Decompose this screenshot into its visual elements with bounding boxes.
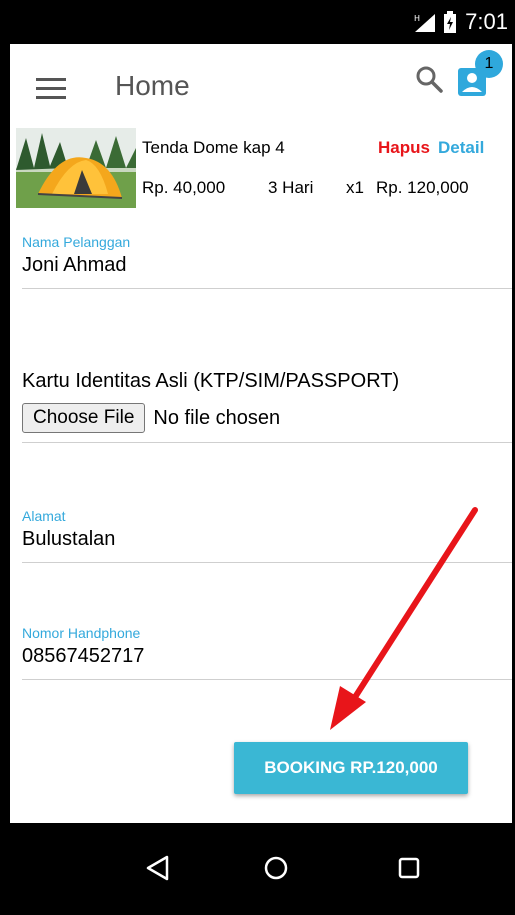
item-name: Tenda Dome kap 4	[142, 138, 285, 157]
home-circle-icon[interactable]	[263, 855, 289, 881]
status-time: 7:01	[465, 9, 508, 34]
item-price: Rp. 40,000	[142, 178, 226, 197]
phone-label: Nomor Handphone	[22, 625, 141, 641]
customer-name-label: Nama Pelanggan	[22, 234, 131, 250]
recents-square-icon[interactable]	[398, 857, 420, 879]
phone-input[interactable]: 08567452717	[22, 645, 512, 668]
address-label: Alamat	[22, 508, 66, 524]
id-card-underline	[22, 442, 512, 443]
customer-name-underline	[22, 288, 512, 289]
cart-item: Tenda Dome kap 4 Hapus Detail Rp. 40,000…	[10, 128, 512, 210]
app-bar: Home 1	[10, 44, 512, 128]
booking-button[interactable]: BOOKING RP.120,000	[234, 742, 468, 794]
item-total: Rp. 120,000	[376, 178, 469, 197]
customer-name-field[interactable]: Nama Pelanggan Joni Ahmad	[22, 234, 512, 277]
item-duration: 3 Hari	[268, 178, 314, 197]
search-icon[interactable]	[414, 64, 444, 94]
menu-icon[interactable]	[36, 78, 66, 100]
delete-link[interactable]: Hapus	[378, 138, 430, 158]
item-quantity: x1	[346, 178, 364, 197]
file-status: No file chosen	[153, 406, 281, 429]
phone-field[interactable]: Nomor Handphone 08567452717	[22, 625, 512, 668]
cart-count-badge[interactable]: 1	[475, 50, 503, 78]
signal-icon: H	[413, 12, 436, 32]
tent-image	[16, 128, 136, 208]
left-border	[0, 0, 10, 915]
choose-file-button[interactable]: Choose File	[22, 403, 146, 433]
back-triangle-icon[interactable]	[145, 855, 171, 881]
address-underline	[22, 562, 512, 563]
nav-bar	[10, 823, 512, 915]
status-bar: H 7:01	[10, 0, 512, 44]
customer-name-input[interactable]: Joni Ahmad	[22, 254, 512, 277]
detail-link[interactable]: Detail	[438, 138, 484, 158]
phone-screen: H 7:01 Home 1 Tenda Dome kap 4 Hapus Det…	[0, 0, 515, 915]
address-input[interactable]: Bulustalan	[22, 528, 512, 551]
battery-icon	[443, 11, 457, 33]
page-title: Home	[115, 70, 190, 101]
address-field[interactable]: Alamat Bulustalan	[22, 508, 512, 551]
id-card-label: Kartu Identitas Asli (KTP/SIM/PASSPORT)	[22, 370, 400, 392]
phone-underline	[22, 679, 512, 680]
id-card-file-picker: Choose File No file chosen	[22, 403, 280, 433]
network-type-label: H	[414, 14, 420, 23]
